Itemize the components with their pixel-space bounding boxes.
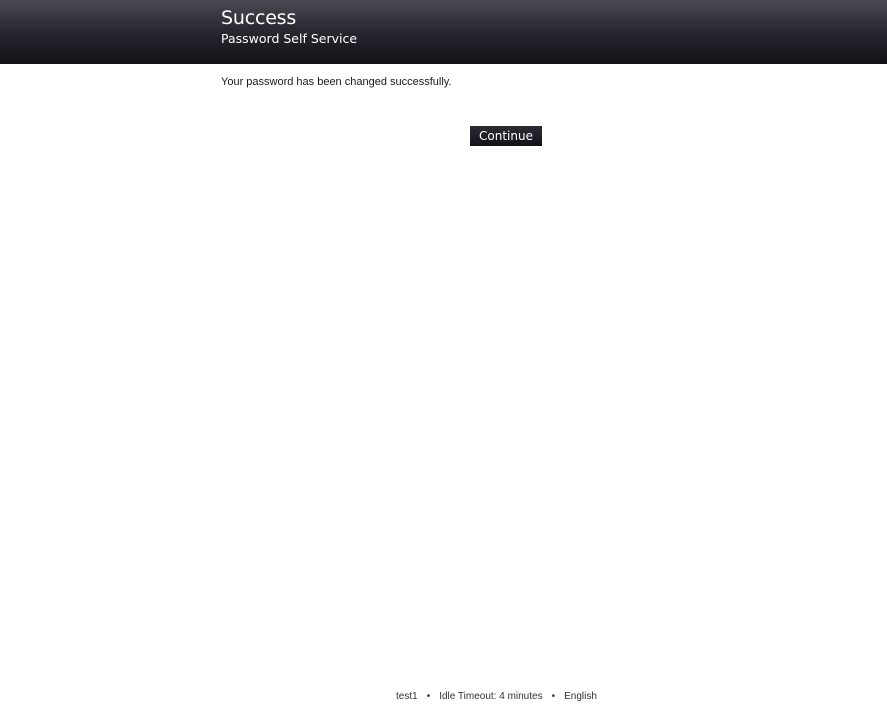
footer-username: test1 [396, 691, 418, 702]
footer-idle-timeout: Idle Timeout: 4 minutes [439, 691, 543, 702]
page-subtitle: Password Self Service [221, 31, 358, 46]
footer-separator: • [426, 691, 431, 702]
footer-separator: • [551, 691, 556, 702]
page-header: Success Password Self Service [0, 0, 887, 64]
footer: test1 • Idle Timeout: 4 minutes • English [396, 690, 597, 703]
footer-language-link[interactable]: English [564, 690, 597, 703]
success-message: Your password has been changed successfu… [221, 76, 452, 88]
continue-button[interactable]: Continue [470, 126, 542, 146]
page-title: Success [221, 7, 297, 29]
